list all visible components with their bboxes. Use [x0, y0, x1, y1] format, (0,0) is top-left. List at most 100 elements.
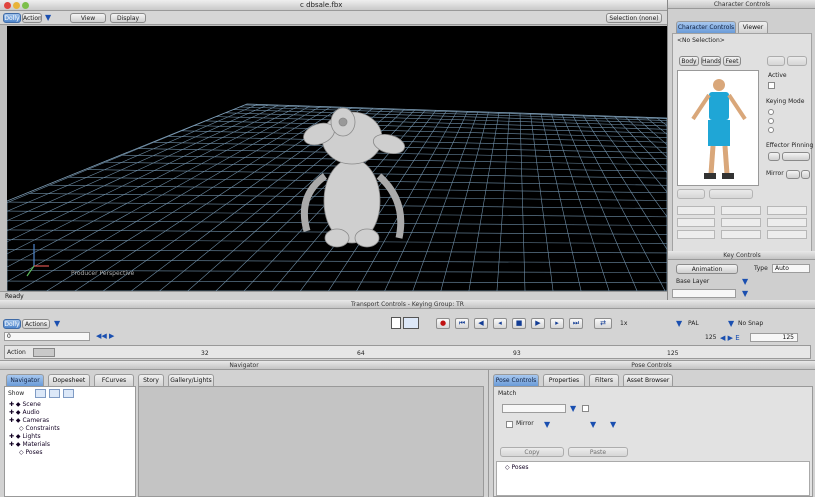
- match-checkbox[interactable]: [582, 405, 589, 412]
- mirror-button[interactable]: [786, 170, 800, 179]
- tree-item-cameras[interactable]: ✚ ◆ Cameras: [9, 417, 49, 425]
- zoom-window-icon[interactable]: [22, 2, 29, 9]
- lock-icon[interactable]: [391, 317, 401, 329]
- minimize-window-icon[interactable]: [13, 2, 20, 9]
- tab-navigator[interactable]: Navigator: [6, 374, 44, 386]
- mirror-option[interactable]: [801, 170, 810, 179]
- timeline[interactable]: Action 32 64 93 125: [4, 345, 811, 359]
- param-field-3b[interactable]: [721, 230, 761, 239]
- actions-dropdown-icon[interactable]: ▼: [45, 14, 53, 22]
- option-button-1[interactable]: [677, 189, 705, 199]
- play-button[interactable]: ▶: [531, 318, 545, 329]
- layer-field-1[interactable]: [672, 289, 736, 298]
- param-field-1a[interactable]: [677, 206, 715, 215]
- character-preview[interactable]: [677, 70, 759, 186]
- tab-pose-controls[interactable]: Pose Controls: [493, 374, 539, 386]
- current-frame-field[interactable]: 0: [4, 332, 90, 341]
- transport-dolly-button[interactable]: Dolly: [3, 319, 21, 329]
- tree-item-audio[interactable]: ✚ ◆ Audio: [9, 409, 40, 417]
- tab-gallery-lights[interactable]: Gallery/Lights: [168, 374, 214, 386]
- tree-item-poses[interactable]: ◇ Poses: [19, 449, 43, 457]
- keying-radio-2[interactable]: [768, 118, 774, 124]
- status-bar: Ready: [0, 291, 667, 300]
- delete-icon[interactable]: [63, 389, 74, 398]
- goto-start-button[interactable]: ⏮: [455, 318, 469, 329]
- speed-dropdown-icon[interactable]: ▼: [676, 320, 684, 328]
- pose-list-item[interactable]: ◇ Poses: [505, 464, 529, 472]
- keying-radio-3[interactable]: [768, 127, 774, 133]
- param-field-2a[interactable]: [677, 218, 715, 227]
- match-dropdown-icon[interactable]: ▼: [570, 405, 578, 413]
- 3d-viewport[interactable]: Producer Perspective: [7, 26, 667, 291]
- show-label[interactable]: Show: [8, 390, 24, 398]
- param-field-2b[interactable]: [721, 218, 761, 227]
- keying-radio-1[interactable]: [768, 109, 774, 115]
- end-frame-field[interactable]: 125: [705, 334, 716, 342]
- mode-button-4[interactable]: [767, 56, 785, 66]
- tree-item-lights[interactable]: ✚ ◆ Lights: [9, 433, 41, 441]
- match-select[interactable]: [502, 404, 566, 413]
- tree-item-scene[interactable]: ✚ ◆ Scene: [9, 401, 41, 409]
- fps-select[interactable]: PAL: [688, 320, 699, 328]
- param-field-1c[interactable]: [767, 206, 807, 215]
- dolly-button[interactable]: Dolly: [3, 13, 21, 23]
- feet-button[interactable]: Feet: [723, 56, 741, 66]
- previous-frame-button[interactable]: ◂: [493, 318, 507, 329]
- pinning-button-1[interactable]: [768, 152, 780, 161]
- display-menu[interactable]: Display: [110, 13, 146, 23]
- transport-mode-menu[interactable]: Actions: [22, 319, 50, 329]
- end-frame-field-2[interactable]: 125: [750, 333, 798, 342]
- record-button[interactable]: ●: [436, 318, 450, 329]
- tree-item-constraints[interactable]: ◇ Constraints: [19, 425, 60, 433]
- fps-dropdown-icon[interactable]: ▼: [728, 320, 736, 328]
- filter-icon[interactable]: [35, 389, 46, 398]
- selection-field[interactable]: Selection (none): [606, 13, 662, 23]
- title-bar: c dbsale.fbx: [0, 0, 667, 11]
- paste-button[interactable]: Paste: [568, 447, 628, 457]
- option-button-2[interactable]: [709, 189, 753, 199]
- mirror-checkbox[interactable]: [506, 421, 513, 428]
- param-field-3c[interactable]: [767, 230, 807, 239]
- param-field-3a[interactable]: [677, 230, 715, 239]
- view-menu[interactable]: View: [70, 13, 106, 23]
- tab-dopesheet[interactable]: Dopesheet: [48, 374, 90, 386]
- active-checkbox[interactable]: [768, 82, 775, 89]
- mode-button-5[interactable]: [787, 56, 807, 66]
- actions-menu[interactable]: Actions: [22, 13, 42, 23]
- close-window-icon[interactable]: [4, 2, 11, 9]
- snap-select[interactable]: No Snap: [738, 320, 763, 328]
- timeline-playhead[interactable]: [33, 348, 55, 357]
- base-layer-dropdown-icon[interactable]: ▼: [742, 278, 750, 286]
- stop-button[interactable]: ■: [512, 318, 526, 329]
- frame-step-icon[interactable]: ◀◀ ▶: [96, 332, 114, 340]
- option-dropdown-icon-2[interactable]: ▼: [610, 421, 618, 429]
- body-button[interactable]: Body: [679, 56, 699, 66]
- tab-viewer[interactable]: Viewer: [738, 21, 768, 33]
- option-dropdown-icon-1[interactable]: ▼: [590, 421, 598, 429]
- loop-icon[interactable]: [403, 317, 419, 329]
- tab-properties[interactable]: Properties: [543, 374, 585, 386]
- pinning-button-2[interactable]: [782, 152, 810, 161]
- next-frame-button[interactable]: ▸: [550, 318, 564, 329]
- layer-dropdown-icon[interactable]: ▼: [742, 290, 750, 298]
- tool-icon[interactable]: [49, 389, 60, 398]
- type-select[interactable]: Auto: [772, 264, 810, 273]
- tab-story[interactable]: Story: [138, 374, 164, 386]
- end-frame-step-icon[interactable]: ◀ ▶ E: [720, 334, 740, 342]
- tab-character-controls[interactable]: Character Controls: [676, 21, 736, 33]
- tree-item-materials[interactable]: ✚ ◆ Materials: [9, 441, 50, 449]
- transport-mode-dropdown-icon[interactable]: ▼: [54, 320, 62, 328]
- tab-fcurves[interactable]: FCurves: [94, 374, 134, 386]
- tab-asset-browser[interactable]: Asset Browser: [623, 374, 673, 386]
- tab-filters[interactable]: Filters: [589, 374, 619, 386]
- loop-toggle-button[interactable]: ⇄: [594, 318, 612, 329]
- animation-button[interactable]: Animation: [676, 264, 738, 274]
- param-field-1b[interactable]: [721, 206, 761, 215]
- goto-end-button[interactable]: ⏭: [569, 318, 583, 329]
- hands-button[interactable]: Hands: [701, 56, 721, 66]
- copy-button[interactable]: Copy: [500, 447, 564, 457]
- mirror-dropdown-icon[interactable]: ▼: [544, 421, 552, 429]
- param-field-2c[interactable]: [767, 218, 807, 227]
- previous-key-button[interactable]: ◀: [474, 318, 488, 329]
- playback-speed[interactable]: 1x: [620, 320, 627, 328]
